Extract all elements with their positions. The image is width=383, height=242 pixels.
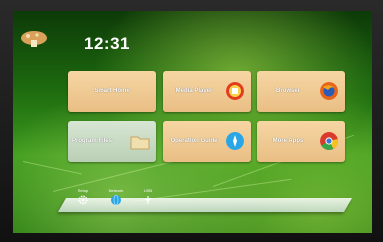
compass-icon — [226, 132, 244, 150]
dock-shelf — [57, 198, 353, 212]
dock-item-setup[interactable]: Setup — [75, 188, 91, 205]
dock-label: Setup — [77, 188, 89, 193]
media-player-icon — [226, 82, 244, 100]
clock-time: 12:31 — [84, 34, 130, 53]
dock-item-network[interactable]: Network — [108, 188, 124, 205]
leaf-vein — [22, 161, 82, 175]
tile-label: Operation Guide — [170, 138, 218, 144]
tile-media-player[interactable]: Media Player — [163, 71, 251, 112]
dock-label: Network — [108, 188, 124, 193]
dock-item-usb[interactable]: USB — [140, 188, 156, 205]
firefox-icon — [320, 82, 338, 100]
tile-operation-guide[interactable]: Operation Guide — [163, 121, 251, 162]
tile-smart-home[interactable]: Smart Home — [68, 71, 156, 112]
dock-label: USB — [143, 188, 153, 193]
tile-label: Smart Home — [94, 88, 130, 94]
chrome-icon — [320, 132, 338, 150]
tile-browser[interactable]: Browser — [257, 71, 345, 112]
mushroom-logo-icon — [21, 31, 47, 47]
tile-label: Program Files — [72, 138, 113, 144]
usb-icon — [144, 196, 152, 204]
tile-more-apps[interactable]: More Apps — [257, 121, 345, 162]
tile-program-files[interactable]: Program Files — [68, 121, 156, 162]
folder-icon — [130, 136, 150, 150]
tile-label: Browser — [275, 88, 300, 94]
tile-label: Media Player — [175, 88, 213, 94]
tile-label: More Apps — [272, 138, 304, 144]
leaf-vein — [52, 157, 189, 192]
globe-icon — [111, 195, 121, 205]
gear-icon — [78, 195, 88, 205]
